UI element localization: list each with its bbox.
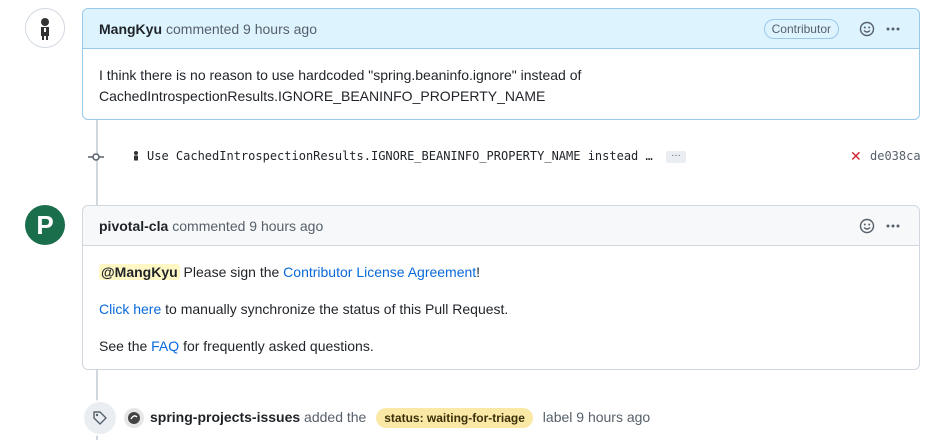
label-event: spring-projects-issues added the status:… xyxy=(82,400,650,436)
event-text: added the xyxy=(304,409,367,425)
comment-timestamp[interactable]: commented 9 hours ago xyxy=(172,218,323,234)
commit-row: Use CachedIntrospectionResults.IGNORE_BE… xyxy=(84,146,922,168)
comment-header: pivotal-cla commented 9 hours ago xyxy=(83,206,919,246)
paragraph-text: for frequently asked questions. xyxy=(183,338,374,354)
comment-author[interactable]: pivotal-cla xyxy=(99,218,168,234)
comment-author[interactable]: MangKyu xyxy=(99,21,162,37)
commit-expand-button[interactable]: … xyxy=(666,149,686,163)
contributor-badge: Contributor xyxy=(763,18,839,39)
paragraph-text: Please sign the xyxy=(183,264,280,280)
commit-author-avatar-icon[interactable] xyxy=(128,148,144,164)
label-chip[interactable]: status: waiting-for-triage xyxy=(376,408,533,428)
commit-sha-link[interactable]: de038ca xyxy=(870,149,921,163)
paragraph-text: See the xyxy=(99,338,148,354)
event-actor[interactable]: spring-projects-issues xyxy=(150,409,300,425)
comment-text-line: I think there is no reason to use hardco… xyxy=(99,67,582,83)
comment-paragraph: Click here to manually synchronize the s… xyxy=(99,299,903,320)
kebab-menu-icon[interactable] xyxy=(883,19,903,39)
git-commit-icon xyxy=(88,153,104,161)
kebab-menu-icon[interactable] xyxy=(883,216,903,236)
actor-avatar-icon[interactable] xyxy=(124,408,144,428)
smiley-icon[interactable] xyxy=(857,19,877,39)
avatar[interactable]: P xyxy=(25,205,65,245)
event-description: spring-projects-issues added the status:… xyxy=(150,408,650,428)
user-mention[interactable]: @MangKyu xyxy=(99,264,180,280)
cla-link[interactable]: Contributor License Agreement xyxy=(283,264,476,280)
comment-paragraph: @MangKyu Please sign the Contributor Lic… xyxy=(99,262,903,283)
click-here-link[interactable]: Click here xyxy=(99,301,161,317)
avatar[interactable] xyxy=(25,8,65,48)
commit-message-link[interactable]: Use CachedIntrospectionResults.IGNORE_BE… xyxy=(147,149,653,163)
comment-header: MangKyu commented 9 hours ago Contributo… xyxy=(83,9,919,49)
comment-body: @MangKyu Please sign the Contributor Lic… xyxy=(83,246,919,373)
status-failed-icon[interactable]: ✕ xyxy=(850,148,862,165)
smiley-icon[interactable] xyxy=(857,216,877,236)
comment-paragraph: See the FAQ for frequently asked questio… xyxy=(99,336,903,357)
avatar-letter: P xyxy=(36,209,54,240)
comment-text-line: CachedIntrospectionResults.IGNORE_BEANIN… xyxy=(99,88,546,104)
comment-body: I think there is no reason to use hardco… xyxy=(83,49,919,123)
event-time[interactable]: label 9 hours ago xyxy=(543,409,650,425)
comment-timestamp[interactable]: commented 9 hours ago xyxy=(166,21,317,37)
comment-box: MangKyu commented 9 hours ago Contributo… xyxy=(82,8,920,120)
paragraph-text: ! xyxy=(476,264,481,280)
faq-link[interactable]: FAQ xyxy=(151,338,179,354)
user-avatar-icon xyxy=(26,9,64,47)
paragraph-text: to manually synchronize the status of th… xyxy=(165,301,509,317)
tag-icon xyxy=(82,400,118,436)
comment-box: pivotal-cla commented 9 hours ago @MangK… xyxy=(82,205,920,370)
